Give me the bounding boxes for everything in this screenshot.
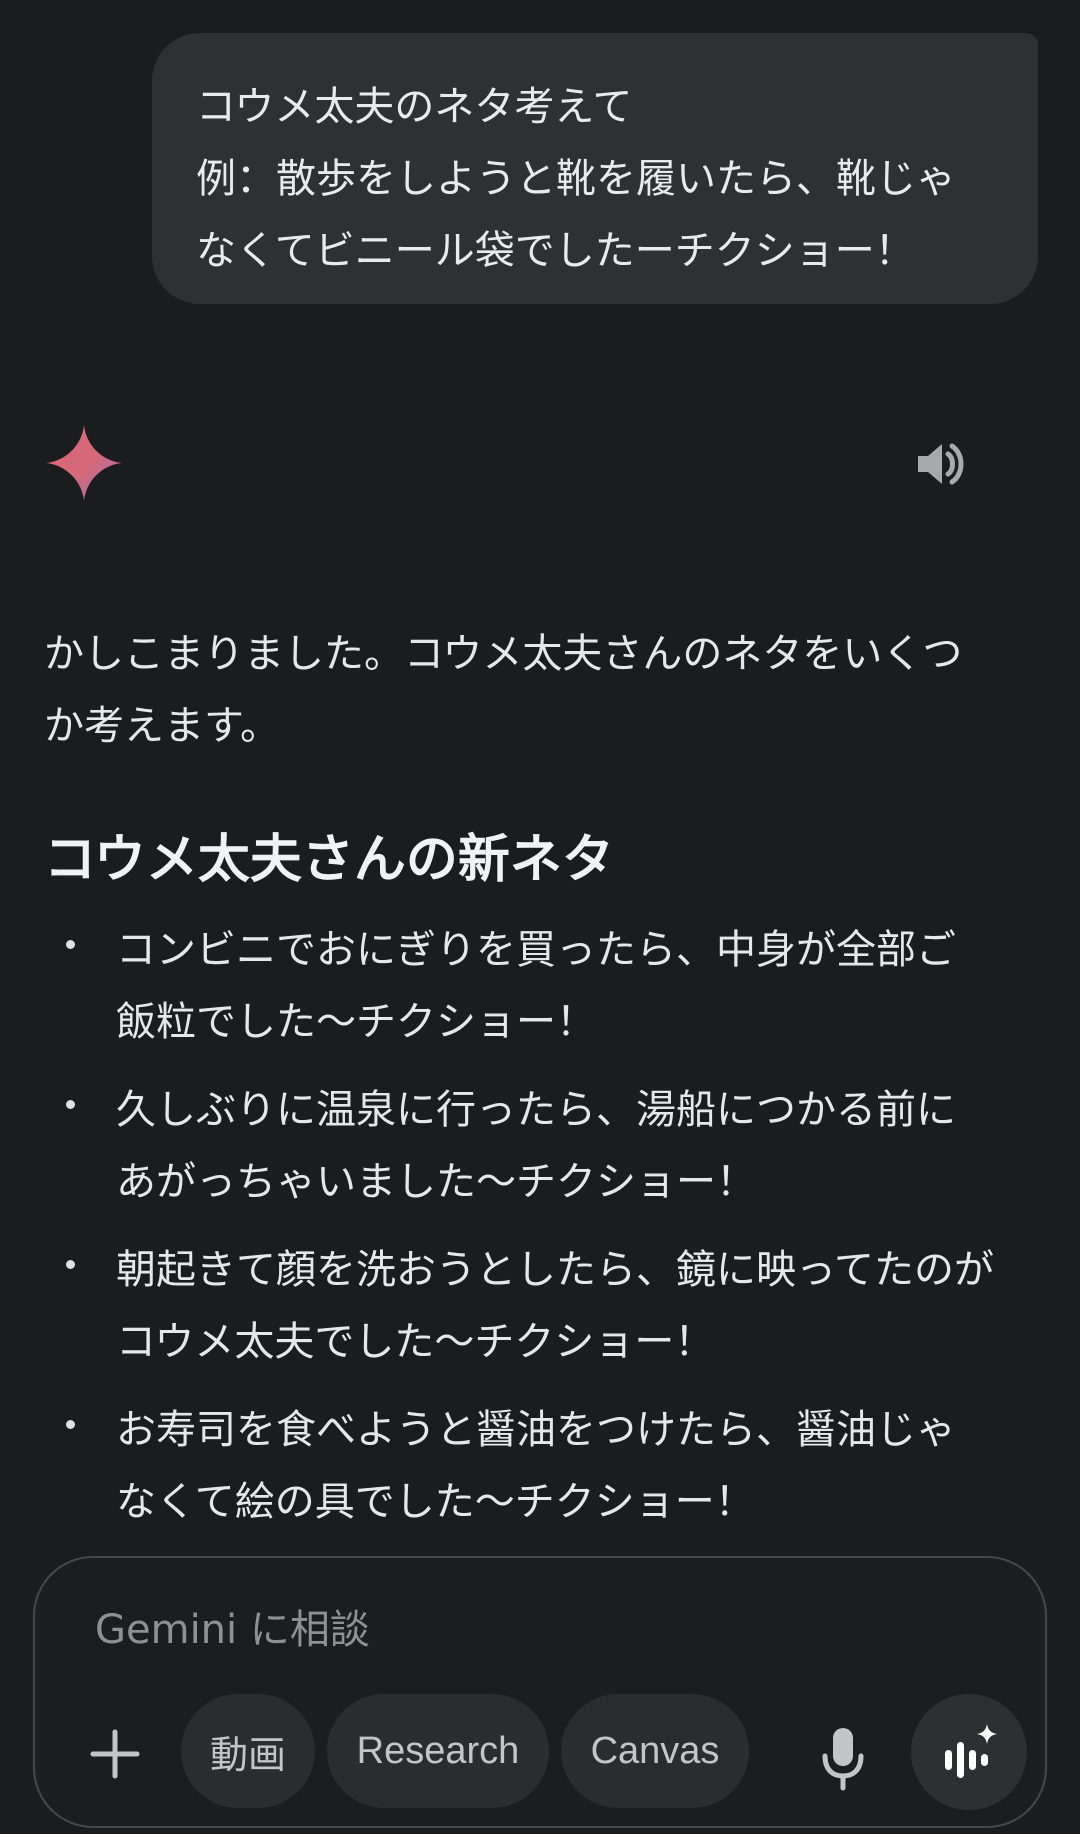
prompt-input[interactable] (95, 1602, 975, 1658)
bullet-dot (66, 1100, 75, 1109)
list-item-line: 久しぶりに温泉に行ったら、湯船につかる前に (116, 1087, 956, 1133)
bullet-dot (66, 940, 75, 949)
response-body: かしこまりました。コウメ太夫さんのネタをいくつ か考えます。 コウメ太夫さんの新… (44, 618, 1044, 1554)
list-item-line: コンビニでおにぎりを買ったら、中身が全部ご (116, 927, 956, 973)
speaker-icon (918, 443, 964, 485)
gemini-live-button[interactable] (911, 1694, 1027, 1810)
add-attachment-button[interactable] (85, 1724, 145, 1784)
research-chip-button[interactable]: Research (327, 1694, 549, 1808)
response-intro-line: か考えます。 (44, 703, 280, 749)
response-intro: かしこまりました。コウメ太夫さんのネタをいくつ か考えます。 (44, 618, 1044, 762)
list-item: 朝起きて顔を洗おうとしたら、鏡に映ってたのが コウメ太夫でした〜チクショー！ (44, 1234, 1044, 1378)
neta-list: コンビニでおにぎりを買ったら、中身が全部ご 飯粒でした〜チクショー！ 久しぶりに… (44, 914, 1044, 1538)
bullet-dot (66, 1260, 75, 1269)
list-item: 久しぶりに温泉に行ったら、湯船につかる前に あがっちゃいました〜チクショー！ (44, 1074, 1044, 1218)
user-message-line: 例：散歩をしようと靴を履いたら、靴じゃ (196, 156, 956, 202)
response-heading: コウメ太夫さんの新ネタ (44, 830, 614, 890)
list-item-line: 飯粒でした〜チクショー！ (116, 999, 596, 1045)
plus-icon (90, 1729, 140, 1779)
bullet-dot (66, 1420, 75, 1429)
prompt-composer: 動画 Research Canvas (33, 1556, 1047, 1828)
video-chip-button[interactable]: 動画 (181, 1694, 315, 1808)
list-item-line: コウメ太夫でした〜チクショー！ (116, 1319, 715, 1365)
voice-input-button[interactable] (813, 1724, 873, 1794)
list-item-line: なくて絵の具でした〜チクショー！ (116, 1479, 755, 1525)
user-message-line: コウメ太夫のネタ考えて (196, 84, 633, 130)
list-item-line: お寿司を食べようと醤油をつけたら、醤油じゃ (116, 1407, 956, 1453)
list-item: コンビニでおにぎりを買ったら、中身が全部ご 飯粒でした〜チクショー！ (44, 914, 1044, 1058)
gemini-sparkle-icon (46, 425, 122, 501)
user-message-line: なくてビニール袋でしたーチクショー！ (196, 228, 915, 274)
list-item: お寿司を食べようと醤油をつけたら、醤油じゃ なくて絵の具でした〜チクショー！ (44, 1394, 1044, 1538)
list-item-line: あがっちゃいました〜チクショー！ (116, 1159, 756, 1205)
microphone-icon (822, 1728, 864, 1791)
read-aloud-button[interactable] (912, 436, 968, 492)
user-message-bubble: コウメ太夫のネタ考えて 例：散歩をしようと靴を履いたら、靴じゃ なくてビニール袋… (152, 33, 1038, 304)
list-item-line: 朝起きて顔を洗おうとしたら、鏡に映ってたのが (116, 1247, 994, 1293)
gemini-live-icon (945, 1724, 997, 1778)
canvas-chip-button[interactable]: Canvas (561, 1694, 749, 1808)
response-intro-line: かしこまりました。コウメ太夫さんのネタをいくつ (44, 631, 963, 677)
